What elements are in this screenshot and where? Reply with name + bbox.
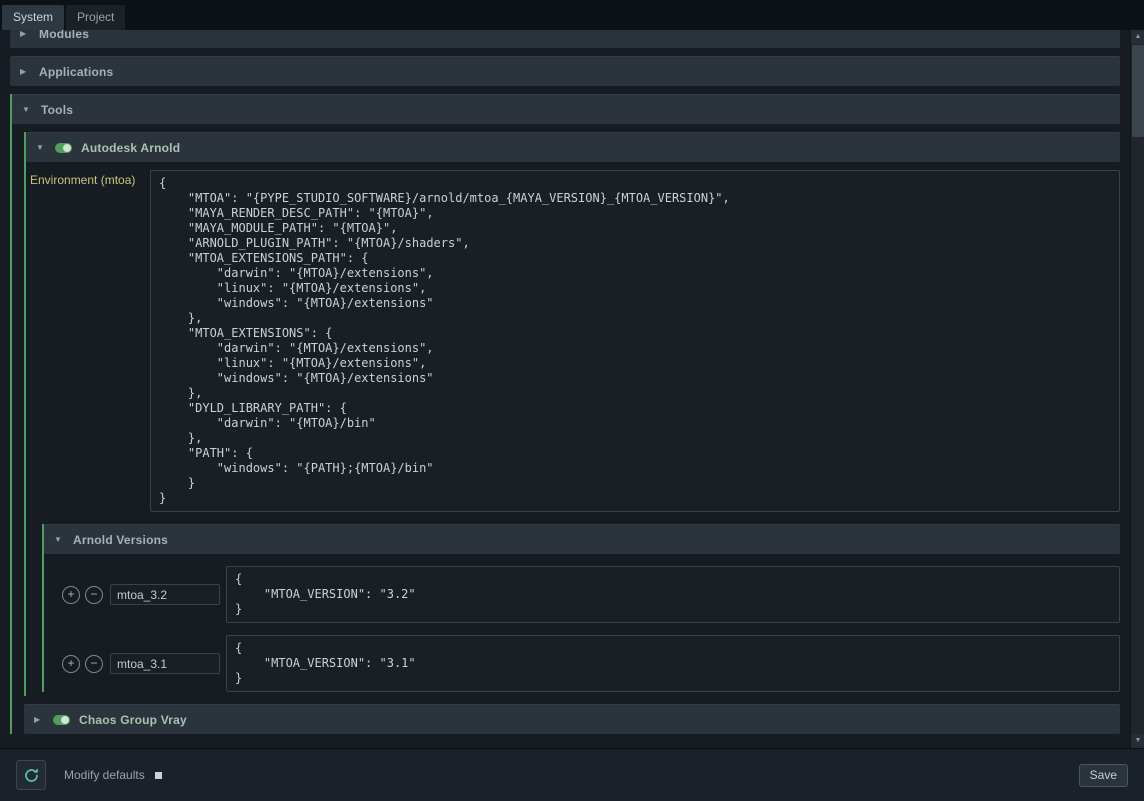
vray-title: Chaos Group Vray	[79, 713, 187, 727]
scrollbar-down-arrow-icon[interactable]: ▼	[1131, 734, 1144, 748]
chevron-right-icon: ▶	[20, 67, 30, 76]
arnold-versions-group: ▼ Arnold Versions + − { "MTOA_VERSION": …	[42, 524, 1120, 692]
version-value-textarea[interactable]: { "MTOA_VERSION": "3.2" }	[226, 566, 1120, 623]
environment-mtoa-textarea[interactable]: { "MTOA": "{PYPE_STUDIO_SOFTWARE}/arnold…	[150, 170, 1120, 512]
section-applications[interactable]: ▶ Applications	[10, 56, 1120, 86]
chevron-right-icon: ▶	[20, 30, 30, 38]
arnold-enabled-toggle[interactable]	[55, 143, 72, 153]
tab-system[interactable]: System	[2, 5, 64, 30]
chevron-down-icon: ▼	[36, 143, 46, 152]
section-autodesk-arnold[interactable]: ▼ Autodesk Arnold	[26, 132, 1120, 162]
modify-defaults-label: Modify defaults	[64, 768, 145, 782]
chevron-down-icon: ▼	[54, 535, 64, 544]
section-applications-title: Applications	[39, 65, 113, 79]
environment-row: Environment (mtoa) { "MTOA": "{PYPE_STUD…	[30, 170, 1120, 512]
section-modules[interactable]: ▶ Modules	[10, 30, 1120, 48]
toggle-knob	[61, 716, 69, 724]
section-arnold-versions[interactable]: ▼ Arnold Versions	[44, 524, 1120, 554]
vray-enabled-toggle[interactable]	[53, 715, 70, 725]
scrollbar-up-arrow-icon[interactable]: ▲	[1131, 30, 1144, 44]
arnold-group: ▼ Autodesk Arnold Environment (mtoa) { "…	[24, 132, 1120, 696]
tab-bar: System Project	[0, 0, 1144, 30]
toggle-knob	[63, 144, 71, 152]
settings-scroll-area: ▶ Modules ▶ Applications ▼ Tools ▼	[0, 30, 1144, 748]
remove-version-button[interactable]: −	[85, 655, 103, 673]
settings-window: System Project ▶ Modules ▶ Applications …	[0, 0, 1144, 801]
arnold-title: Autodesk Arnold	[81, 141, 180, 155]
arnold-body: Environment (mtoa) { "MTOA": "{PYPE_STUD…	[26, 170, 1120, 696]
section-modules-title: Modules	[39, 30, 89, 41]
version-item: + − { "MTOA_VERSION": "3.1" }	[62, 635, 1120, 692]
version-key-input[interactable]	[110, 584, 220, 605]
save-button[interactable]: Save	[1079, 764, 1128, 787]
add-version-button[interactable]: +	[62, 655, 80, 673]
environment-mtoa-label: Environment (mtoa)	[30, 170, 150, 187]
section-tools-title: Tools	[41, 103, 73, 117]
section-chaos-group-vray[interactable]: ▶ Chaos Group Vray	[24, 704, 1120, 734]
chevron-down-icon: ▼	[22, 105, 32, 114]
scrollbar[interactable]: ▲ ▼	[1130, 30, 1144, 748]
version-item: + − { "MTOA_VERSION": "3.2" }	[62, 566, 1120, 623]
version-value-textarea[interactable]: { "MTOA_VERSION": "3.1" }	[226, 635, 1120, 692]
settings-column: ▶ Modules ▶ Applications ▼ Tools ▼	[10, 30, 1120, 734]
tab-project[interactable]: Project	[66, 5, 125, 30]
add-version-button[interactable]: +	[62, 586, 80, 604]
tools-body: ▼ Autodesk Arnold Environment (mtoa) { "…	[12, 132, 1120, 734]
chevron-right-icon: ▶	[34, 715, 44, 724]
tools-group: ▼ Tools ▼ Autodesk Arnold	[10, 94, 1120, 734]
footer: Modify defaults Save	[0, 748, 1144, 801]
remove-version-button[interactable]: −	[85, 586, 103, 604]
refresh-icon	[23, 767, 40, 784]
refresh-button[interactable]	[16, 760, 46, 790]
modify-defaults-checkbox[interactable]	[155, 772, 162, 779]
scrollbar-thumb[interactable]	[1132, 45, 1144, 137]
arnold-versions-title: Arnold Versions	[73, 533, 168, 547]
section-tools[interactable]: ▼ Tools	[12, 94, 1120, 124]
version-key-input[interactable]	[110, 653, 220, 674]
